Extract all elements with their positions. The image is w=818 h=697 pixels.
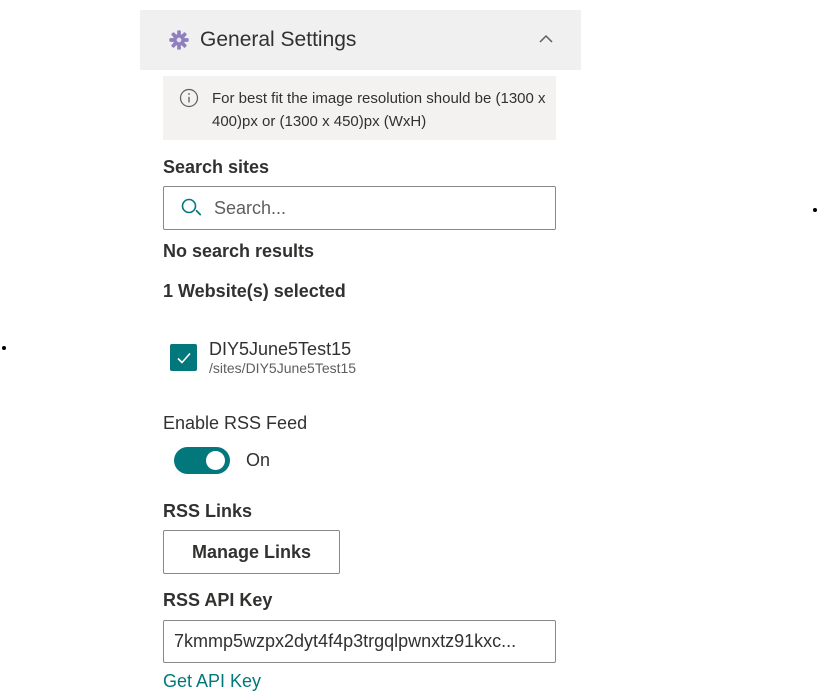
rss-toggle-row: On xyxy=(174,447,270,474)
stray-bullet-left xyxy=(2,346,6,350)
info-icon xyxy=(179,88,199,108)
rss-feed-toggle[interactable] xyxy=(174,447,230,474)
site-checkbox[interactable] xyxy=(170,344,197,371)
search-box[interactable] xyxy=(163,186,556,230)
stray-bullet-right xyxy=(813,208,817,212)
api-key-field[interactable] xyxy=(163,620,556,663)
site-name: DIY5June5Test15 xyxy=(209,339,352,359)
site-path: /sites/DIY5June5Test15 xyxy=(209,360,357,376)
selected-count-text: 1 Website(s) selected xyxy=(163,281,346,301)
info-text: For best fit the image resolution should… xyxy=(212,90,546,130)
panel-title: General Settings xyxy=(200,28,357,51)
selected-site-item: DIY5June5Test15 /sites/DIY5June5Test15 xyxy=(170,339,356,377)
get-api-key-link[interactable]: Get API Key xyxy=(163,671,261,692)
gear-icon xyxy=(168,29,190,51)
manage-links-button[interactable]: Manage Links xyxy=(163,530,340,574)
toggle-state-text: On xyxy=(246,450,271,470)
api-key-input[interactable] xyxy=(174,631,545,652)
resolution-info-box: For best fit the image resolution should… xyxy=(163,76,556,140)
no-results-text: No search results xyxy=(163,241,315,261)
toggle-knob xyxy=(206,451,225,470)
chevron-up-icon[interactable] xyxy=(537,30,555,48)
rss-api-key-label: RSS API Key xyxy=(163,590,273,610)
search-sites-label: Search sites xyxy=(163,157,270,177)
search-icon xyxy=(180,197,202,219)
enable-rss-label: Enable RSS Feed xyxy=(163,413,308,433)
search-input[interactable] xyxy=(214,197,534,219)
checkmark-icon xyxy=(176,352,191,364)
rss-links-label: RSS Links xyxy=(163,501,253,521)
general-settings-header[interactable]: General Settings xyxy=(140,10,581,70)
